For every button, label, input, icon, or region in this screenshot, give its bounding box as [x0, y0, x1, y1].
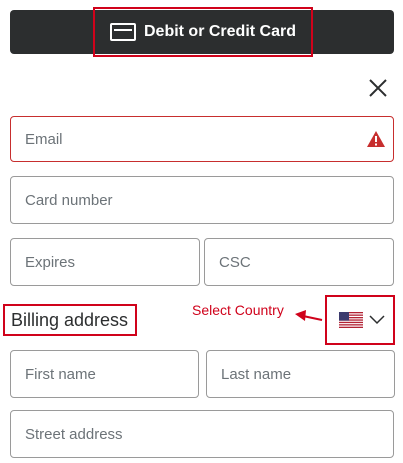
arrow-left-icon [295, 310, 323, 321]
select-country-annotation: Select Country [192, 302, 284, 318]
csc-input[interactable] [219, 253, 393, 271]
email-input[interactable] [25, 130, 393, 148]
chevron-down-icon [369, 315, 385, 325]
email-field[interactable] [10, 116, 394, 162]
csc-field[interactable] [204, 238, 394, 286]
street-address-field[interactable] [10, 410, 394, 458]
close-icon[interactable] [366, 76, 390, 100]
last-name-field[interactable] [206, 350, 395, 398]
first-name-field[interactable] [10, 350, 199, 398]
street-address-input[interactable] [25, 425, 393, 443]
last-name-input[interactable] [221, 365, 394, 383]
billing-address-heading: Billing address [3, 304, 137, 336]
expires-field[interactable] [10, 238, 200, 286]
expires-input[interactable] [25, 253, 199, 271]
first-name-input[interactable] [25, 365, 198, 383]
card-icon [109, 23, 136, 41]
card-number-input[interactable] [25, 191, 393, 209]
us-flag-icon [339, 312, 363, 328]
debit-credit-card-label: Debit or Credit Card [143, 23, 296, 40]
country-selector[interactable] [325, 295, 395, 345]
debit-credit-card-button[interactable]: Debit or Credit Card [93, 7, 313, 57]
card-number-field[interactable] [10, 176, 394, 224]
warning-icon [367, 131, 385, 147]
